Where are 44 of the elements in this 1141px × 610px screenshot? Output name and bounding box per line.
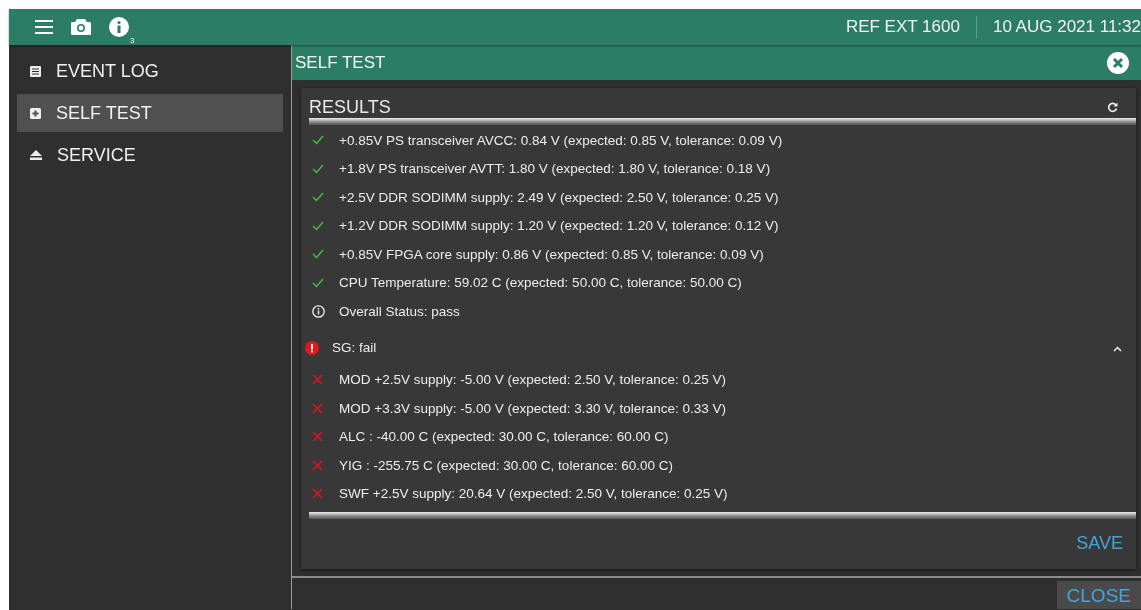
checkmark-icon [312, 135, 324, 146]
list-icon [30, 65, 41, 77]
checkmark-icon [312, 277, 324, 288]
panel-title: SELF TEST [295, 52, 386, 73]
result-text: Overall Status: pass [339, 303, 460, 319]
checkmark-icon [312, 220, 324, 231]
result-text: +2.5V DDR SODIMM supply: 2.49 V (expected: 2.50 V, tolerance: 0.25 V) [339, 189, 779, 205]
section-title: RESULTS [309, 96, 391, 118]
date-time: 10 AUG 2021 11:32 [992, 17, 1141, 37]
result-text: SWF +2.5V supply: 20.64 V (expected: 2.50 V, tolerance: 0.25 V) [339, 486, 728, 502]
cross-icon [312, 431, 323, 443]
result-text: +0.85V PS transceiver AVCC: 0.84 V (expected: 0.85 V, tolerance: 0.09 V) [339, 132, 783, 148]
close-icon[interactable] [1107, 51, 1129, 74]
group-title: SG: fail [332, 340, 377, 355]
info-icon[interactable] [109, 17, 129, 37]
cross-icon [312, 459, 323, 471]
cross-icon [312, 402, 323, 414]
sidebar-item[interactable]: SELF TEST [17, 94, 283, 132]
result-text: CPU Temperature: 59.02 C (expected: 50.00 C, tolerance: 50.00 C) [339, 275, 742, 291]
refresh-icon[interactable] [1107, 101, 1118, 113]
chevron-up-icon[interactable] [1113, 346, 1122, 352]
save-button[interactable]: SAVE [1076, 529, 1123, 558]
result-text: +1.8V PS transceiver AVTT: 1.80 V (expected: 1.80 V, tolerance: 0.18 V) [339, 161, 771, 177]
sidebar-item[interactable]: SERVICE [17, 136, 283, 174]
cross-icon [312, 374, 323, 386]
camera-icon[interactable] [71, 19, 91, 35]
sidebar-item[interactable]: EVENT LOG [17, 52, 283, 90]
eject-icon [30, 150, 42, 160]
menu-icon[interactable] [35, 20, 53, 34]
checkmark-icon [312, 192, 324, 203]
error-icon [305, 340, 319, 355]
notification-count: 3 [130, 36, 135, 45]
checkmark-icon [312, 249, 324, 260]
result-text: +1.2V DDR SODIMM supply: 1.20 V (expected: 1.20 V, tolerance: 0.12 V) [339, 218, 779, 234]
checkmark-icon [312, 163, 324, 174]
cross-icon [312, 488, 323, 500]
result-text: MOD +3.3V supply: -5.00 V (expected: 3.30 V, tolerance: 0.33 V) [339, 400, 727, 416]
result-text: +0.85V FPGA core supply: 0.86 V (expected: 0.85 V, tolerance: 0.09 V) [339, 246, 764, 262]
result-text: MOD +2.5V supply: -5.00 V (expected: 2.50 V, tolerance: 0.25 V) [339, 372, 727, 388]
plus-square-icon [30, 107, 41, 119]
result-text: ALC : -40.00 C (expected: 30.00 C, tolerance: 60.00 C) [339, 429, 669, 445]
reference-status: REF EXT 1600 [845, 17, 960, 37]
info-icon [312, 304, 325, 318]
result-text: YIG : -255.75 C (expected: 30.00 C, tolerance: 60.00 C) [339, 457, 673, 473]
